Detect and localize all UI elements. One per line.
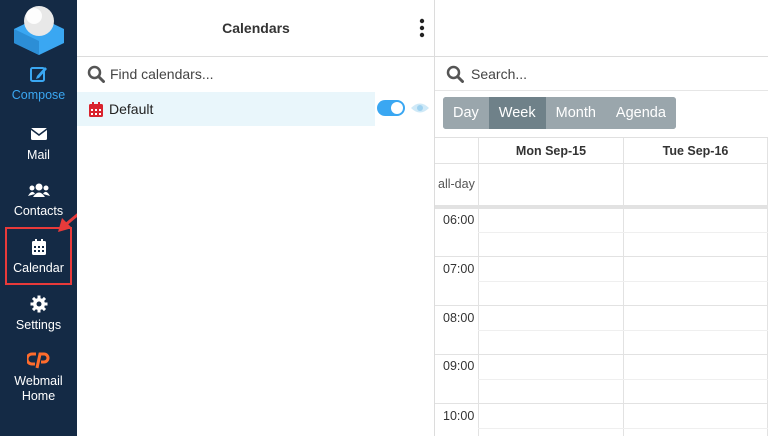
grid-column-line: [623, 138, 624, 436]
eye-icon[interactable]: [410, 100, 430, 116]
calendar-name: Default: [109, 101, 154, 117]
half-hour-line: [478, 428, 768, 429]
find-calendars-input[interactable]: [110, 63, 420, 85]
kebab-menu-icon[interactable]: [419, 18, 425, 38]
calendars-header: Calendars: [77, 0, 435, 57]
calendar-item-default[interactable]: Default: [77, 92, 375, 126]
search-icon: [446, 65, 464, 83]
calendar-enabled-toggle[interactable]: [377, 100, 405, 116]
allday-label: all-day: [438, 177, 475, 191]
half-hour-line: [478, 379, 768, 380]
panel-title: Calendars: [222, 20, 290, 36]
view-day-button[interactable]: Day: [443, 97, 489, 129]
sidebar-item-label: Mail: [27, 148, 50, 162]
search-row: [435, 57, 768, 91]
time-label: 06:00: [443, 213, 475, 227]
half-hour-line: [478, 232, 768, 233]
calendar-main: Day Week Month Agenda Mon Sep-15 Tue Sep…: [435, 0, 768, 436]
sidebar-item-label: Settings: [15, 318, 62, 332]
sidebar-item-webmail-home[interactable]: Webmail Home: [0, 350, 77, 404]
day-header-tue[interactable]: Tue Sep-16: [624, 144, 767, 158]
toggle-knob: [391, 102, 403, 114]
hour-line: [435, 305, 768, 306]
sidebar-item-label: Compose: [11, 88, 66, 102]
compose-icon: [29, 67, 47, 82]
time-label: 07:00: [443, 262, 475, 276]
calendars-panel: Calendars Default: [77, 0, 435, 436]
hour-line: [435, 354, 768, 355]
main-header: [435, 0, 768, 57]
day-header-mon[interactable]: Mon Sep-15: [479, 144, 623, 158]
week-grid: Mon Sep-15 Tue Sep-16 all-day 06:00 07:0…: [435, 137, 768, 436]
hour-line: [435, 208, 768, 209]
cpanel-icon: [26, 352, 49, 369]
time-label: 10:00: [443, 409, 475, 423]
hour-line: [435, 403, 768, 404]
sidebar-item-label: Webmail Home: [14, 374, 63, 403]
half-hour-line: [478, 281, 768, 282]
half-hour-line: [478, 330, 768, 331]
find-calendars-row: [77, 57, 435, 91]
calendar-icon: [89, 102, 103, 117]
header-divider: [435, 163, 768, 164]
search-input[interactable]: [471, 63, 751, 85]
view-week-button[interactable]: Week: [488, 97, 546, 129]
contacts-icon: [27, 183, 50, 197]
search-icon: [87, 65, 105, 83]
mail-icon: [30, 128, 47, 140]
view-month-button[interactable]: Month: [545, 97, 606, 129]
gear-icon: [30, 295, 47, 313]
roundcube-logo-icon[interactable]: [12, 3, 66, 55]
grid-column-line: [478, 138, 479, 436]
view-agenda-button[interactable]: Agenda: [605, 97, 676, 129]
view-switcher: Day Week Month Agenda: [443, 97, 676, 129]
time-label: 08:00: [443, 311, 475, 325]
time-label: 09:00: [443, 359, 475, 373]
sidebar-item-settings[interactable]: Settings: [0, 294, 77, 333]
sidebar-item-mail[interactable]: Mail: [0, 124, 77, 163]
hour-line: [435, 256, 768, 257]
sidebar-item-compose[interactable]: Compose: [0, 64, 77, 103]
